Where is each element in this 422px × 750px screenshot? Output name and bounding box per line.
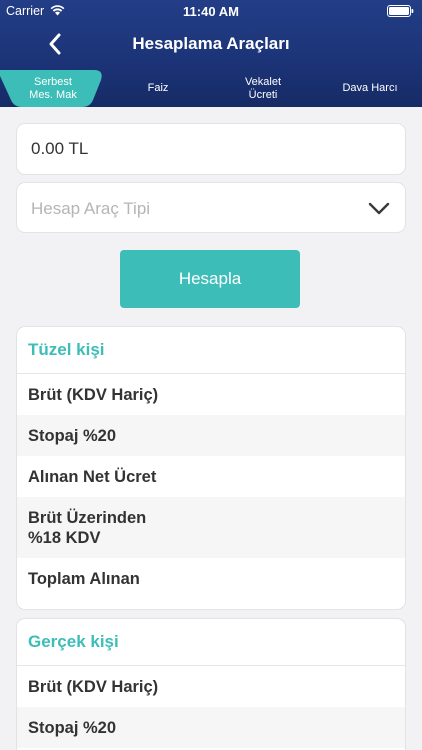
amount-field-container	[16, 123, 406, 175]
calculation-type-placeholder: Hesap Araç Tipi	[31, 199, 151, 218]
section-title: Tüzel kişi	[17, 327, 405, 374]
battery-icon	[387, 5, 414, 17]
result-row-total: Toplam Alınan	[28, 569, 140, 588]
result-row-net: Alınan Net Ücret	[28, 467, 157, 486]
navigation-bar: Hesaplama Araçları	[0, 22, 422, 66]
individual-section: Gerçek kişi Brüt (KDV Hariç) Stopaj %20	[16, 618, 406, 750]
tab-vekalet-ucreti[interactable]: Vekalet Ücreti	[223, 70, 303, 107]
result-row-vat: Brüt Üzerinden %18 KDV	[17, 497, 405, 558]
result-row-withholding: Stopaj %20	[17, 707, 405, 748]
status-bar: Carrier 11:40 AM	[0, 0, 422, 22]
page-title: Hesaplama Araçları	[132, 34, 290, 53]
tab-bar: Serbest Mes. Mak Faiz Vekalet Ücreti Dava …	[0, 70, 422, 107]
calculation-type-select[interactable]: Hesap Araç Tipi	[16, 182, 406, 233]
chevron-down-icon	[368, 202, 390, 215]
calculate-button[interactable]: Hesapla	[120, 250, 300, 308]
legal-entity-section: Tüzel kişi Brüt (KDV Hariç) Stopaj %20 A…	[16, 326, 406, 610]
tab-serbest-mes-mak[interactable]: Serbest Mes. Mak	[14, 70, 92, 107]
result-row-withholding: Stopaj %20	[17, 415, 405, 456]
section-title: Gerçek kişi	[17, 619, 405, 666]
tab-faiz[interactable]: Faiz	[118, 70, 198, 107]
result-row-gross: Brüt (KDV Hariç)	[28, 385, 159, 404]
result-row-gross: Brüt (KDV Hariç)	[28, 677, 159, 696]
clock: 11:40 AM	[183, 4, 239, 19]
header: Carrier 11:40 AM Hesaplama Araçları Serb…	[0, 0, 422, 107]
amount-input[interactable]	[17, 124, 405, 174]
tab-dava-harci[interactable]: Dava Harcı	[330, 70, 410, 107]
